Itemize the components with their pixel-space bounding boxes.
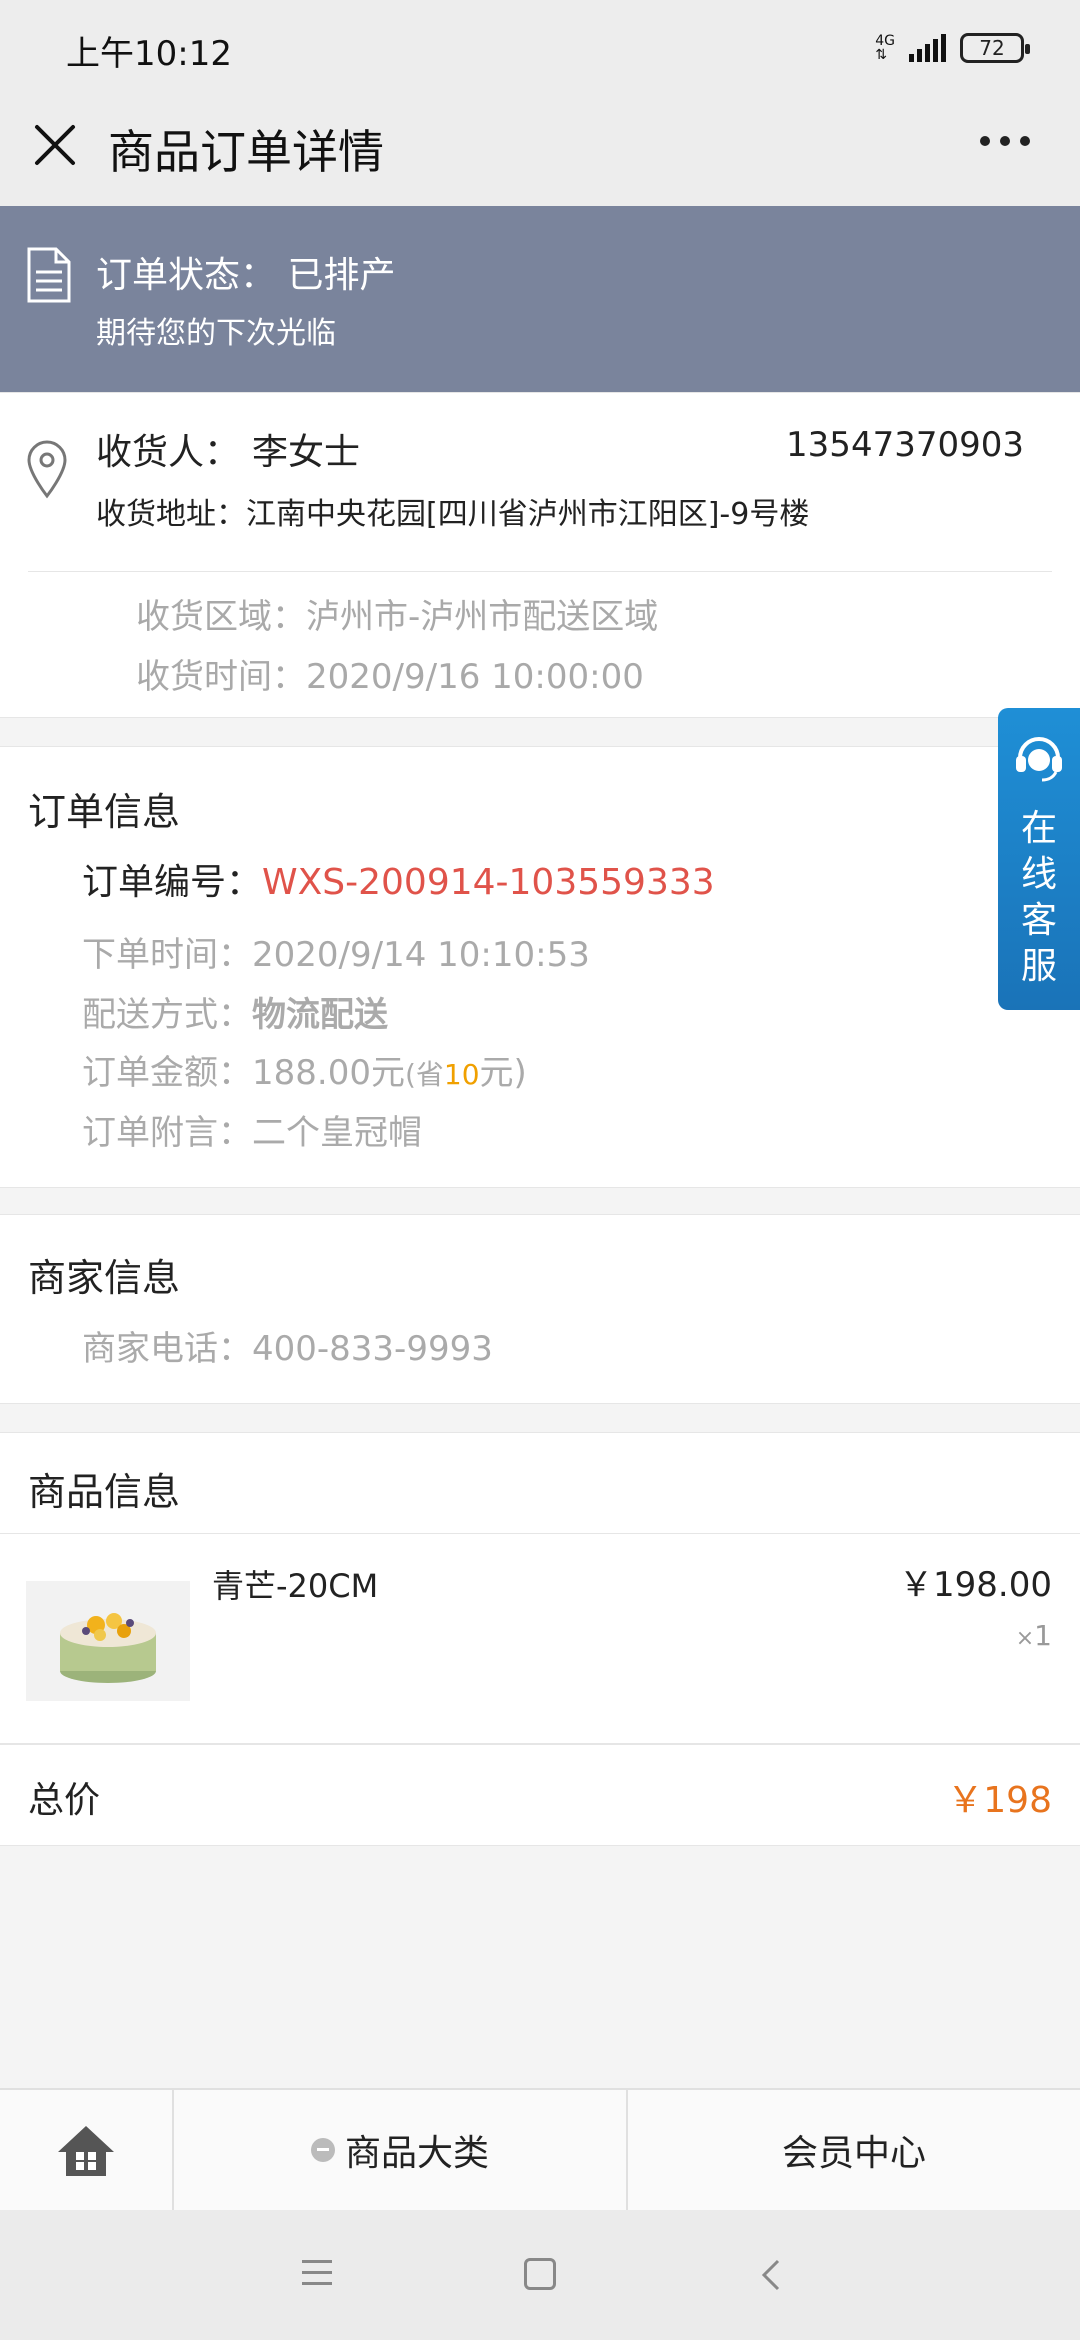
- address-label: 收货地址：: [96, 497, 246, 532]
- created-label: 下单时间：: [82, 935, 252, 975]
- divider: [0, 1743, 1080, 1745]
- receiver: 收货人： 李女士: [96, 423, 360, 475]
- document-icon: [27, 247, 71, 303]
- battery-level: 72: [979, 36, 1005, 60]
- customer-service-label: 在线客服: [1020, 808, 1057, 987]
- merchant-title: 商家信息: [28, 1256, 181, 1300]
- order-status-subtitle: 期待您的下次光临: [96, 316, 336, 351]
- order-note: 订单附言：二个皇冠帽: [82, 1105, 422, 1154]
- nav-category-label: 商品大类: [344, 2133, 489, 2174]
- saved-suffix: 元): [479, 1053, 527, 1093]
- delivery-region: 收货区域：泸州市-泸州市配送区域: [136, 589, 658, 638]
- category-icon: [310, 2138, 335, 2162]
- time-label: 收货时间：: [136, 657, 306, 697]
- order-status: 订单状态： 已排产: [96, 246, 395, 298]
- order-status-value: 已排产: [287, 255, 396, 296]
- amount-value: 188.00元: [252, 1053, 405, 1093]
- goods-section: 商品信息 青芒-20CM ￥198.00 ×1 总价 ￥198: [0, 1432, 1080, 1846]
- delivery-address: 收货地址：江南中央花园[四川省泸州市江阳区]-9号楼: [96, 489, 809, 533]
- status-time: 上午10:12: [66, 34, 232, 74]
- quantity-value: 1: [1034, 1619, 1052, 1652]
- nav-product-categories[interactable]: 商品大类: [174, 2090, 628, 2210]
- headset-icon: [1016, 737, 1062, 782]
- total-label: 总价: [28, 1780, 101, 1821]
- more-options-icon[interactable]: [980, 136, 1030, 146]
- shipping-value: 物流配送: [252, 995, 388, 1035]
- back-icon[interactable]: [756, 2258, 786, 2292]
- location-pin-icon: [27, 440, 67, 499]
- nav-member-center[interactable]: 会员中心: [628, 2090, 1080, 2210]
- page-title: 商品订单详情: [108, 125, 384, 179]
- product-image[interactable]: [26, 1581, 190, 1701]
- amount-label: 订单金额：: [82, 1053, 252, 1093]
- divider: [28, 571, 1052, 572]
- product-name[interactable]: 青芒-20CM: [212, 1561, 378, 1607]
- goods-title: 商品信息: [28, 1470, 181, 1514]
- signal-icon: [909, 34, 946, 62]
- order-number: 订单编号：WXS-200914-103559333: [82, 853, 715, 905]
- close-icon[interactable]: [30, 120, 80, 170]
- network-type: 4G: [875, 33, 895, 49]
- order-info-section: 订单信息 订单编号：WXS-200914-103559333 下单时间：2020…: [0, 746, 1080, 1188]
- created-value: 2020/9/14 10:10:53: [252, 935, 590, 975]
- shipping-label: 配送方式：: [82, 995, 252, 1035]
- merchant-section: 商家信息 商家电话：400-833-9993: [0, 1214, 1080, 1404]
- receiver-label: 收货人：: [96, 432, 241, 473]
- merchant-phone[interactable]: 商家电话：400-833-9993: [82, 1321, 493, 1370]
- order-info-title: 订单信息: [28, 790, 181, 834]
- nav-home[interactable]: [0, 2090, 174, 2210]
- home-icon: [58, 2126, 114, 2176]
- product-quantity: ×1: [1016, 1619, 1052, 1652]
- recent-apps-icon[interactable]: [302, 2260, 332, 2286]
- title-bar: 商品订单详情: [0, 100, 1080, 206]
- saved-amount: 10: [443, 1058, 480, 1091]
- network-indicator: 4G ⇅: [875, 34, 895, 62]
- receiver-phone[interactable]: 13547370903: [786, 425, 1024, 465]
- order-created: 下单时间：2020/9/14 10:10:53: [82, 927, 590, 976]
- system-nav-bar: [0, 2210, 1080, 2340]
- merchant-phone-value: 400-833-9993: [252, 1329, 493, 1369]
- order-status-label: 订单状态：: [96, 255, 277, 296]
- system-home-icon[interactable]: [524, 2258, 556, 2290]
- region-value: 泸州市-泸州市配送区域: [306, 597, 659, 637]
- divider: [0, 1533, 1080, 1534]
- address-value: 江南中央花园[四川省泸州市江阳区]-9号楼: [246, 497, 810, 532]
- region-label: 收货区域：: [136, 597, 306, 637]
- online-customer-service-button[interactable]: 在线客服: [998, 708, 1080, 1010]
- order-number-value: WXS-200914-103559333: [262, 862, 715, 903]
- total-value: ￥198: [947, 1780, 1052, 1821]
- delivery-section: 收货人： 李女士 13547370903 收货地址：江南中央花园[四川省泸州市江阳…: [0, 392, 1080, 718]
- note-value: 二个皇冠帽: [252, 1113, 422, 1153]
- order-shipping: 配送方式：物流配送: [82, 987, 388, 1036]
- receiver-name: 李女士: [252, 432, 361, 473]
- data-arrows-icon: ⇅: [875, 47, 887, 63]
- saved-prefix: (省: [404, 1058, 444, 1091]
- order-number-label: 订单编号：: [82, 862, 263, 903]
- nav-member-label: 会员中心: [781, 2133, 926, 2174]
- status-indicators: 4G ⇅ 72: [875, 28, 1030, 68]
- bottom-nav: 商品大类 会员中心: [0, 2088, 1080, 2210]
- quantity-symbol: ×: [1015, 1626, 1035, 1651]
- note-label: 订单附言：: [82, 1113, 252, 1153]
- order-amount: 订单金额：188.00元(省10元): [82, 1045, 527, 1094]
- product-price: ￥198.00: [899, 1565, 1052, 1605]
- battery-icon: 72: [960, 33, 1030, 63]
- merchant-phone-label: 商家电话：: [82, 1329, 252, 1369]
- time-value: 2020/9/16 10:00:00: [306, 657, 644, 697]
- delivery-time: 收货时间：2020/9/16 10:00:00: [136, 649, 644, 698]
- status-bar: 上午10:12 4G ⇅ 72: [0, 0, 1080, 100]
- order-status-banner: 订单状态： 已排产 期待您的下次光临: [0, 206, 1080, 392]
